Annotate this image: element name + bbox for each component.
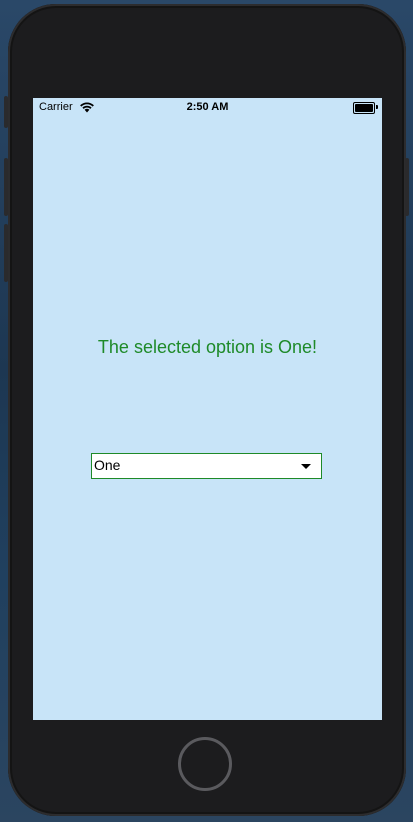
app-screen: Carrier 2:50 AM The selected option is O… [33,98,382,720]
home-button[interactable] [178,737,232,791]
selected-option-message: The selected option is One! [97,337,318,357]
status-time: 2:50 AM [186,101,229,113]
battery-icon [353,102,375,114]
battery-cap [376,105,378,109]
option-dropdown[interactable]: One [91,453,322,479]
status-bar: Carrier 2:50 AM [33,98,382,118]
power-button [405,158,409,216]
volume-up-button [4,96,8,128]
dropdown-selected-value: One [94,457,121,473]
caret-down-icon [301,464,311,469]
battery-level-fill [355,104,373,112]
mute-switch [4,224,8,282]
volume-down-button [4,158,8,216]
